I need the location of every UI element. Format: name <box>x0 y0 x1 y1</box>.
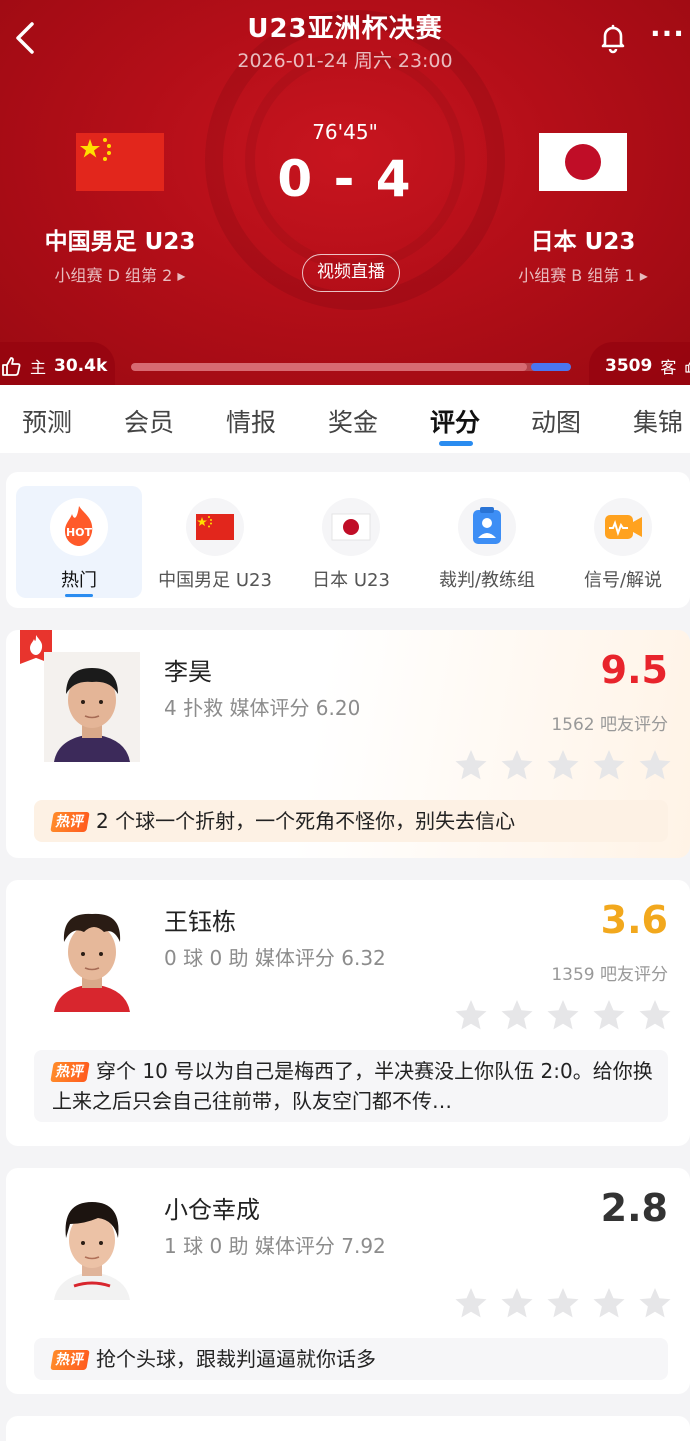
more-dots-icon: ··· <box>650 17 685 50</box>
match-score: 0 - 4 <box>277 150 413 208</box>
referee-icon <box>458 498 516 556</box>
star-icon[interactable] <box>454 998 488 1032</box>
tab-prize[interactable]: 奖金 <box>328 403 378 439</box>
camera-icon <box>594 498 652 556</box>
thumbs-up-icon <box>685 362 690 373</box>
filter-referee-label: 裁判/教练组 <box>438 570 536 591</box>
video-live-button[interactable]: 视频直播 <box>302 254 400 292</box>
filter-china-team[interactable]: 中国男足 U23 <box>152 486 278 598</box>
hot-icon: HOT <box>50 498 108 556</box>
star-icon[interactable] <box>638 998 672 1032</box>
bell-icon <box>601 24 625 54</box>
away-support-fill <box>531 363 571 371</box>
filter-china-team-label: 中国男足 U23 <box>158 570 272 591</box>
player-rating-card[interactable] <box>6 1416 690 1441</box>
home-support-label: 主 <box>30 358 47 377</box>
star-icon[interactable] <box>454 748 488 782</box>
notification-button[interactable] <box>597 22 629 54</box>
star-icon[interactable] <box>638 1286 672 1320</box>
support-ratio-bar <box>131 363 571 371</box>
player-stats: 4 扑救 媒体评分 6.20 <box>164 696 361 720</box>
match-header: U23亚洲杯决赛 2026-01-24 周六 23:00 ··· 中国男足 U2… <box>0 0 690 385</box>
hot-comment[interactable]: 热评 抢个头球，跟裁判逼逼就你话多 <box>34 1338 668 1380</box>
star-icon[interactable] <box>546 1286 580 1320</box>
player-stats: 0 球 0 助 媒体评分 6.32 <box>164 946 386 970</box>
home-group-link[interactable]: 小组赛 D 组第 2 ▸ <box>10 262 230 286</box>
star-icon[interactable] <box>592 748 626 782</box>
player-name: 王钰栋 <box>164 908 236 936</box>
filter-broadcast-label: 信号/解说 <box>583 570 663 591</box>
active-filter-indicator <box>65 594 93 597</box>
china-flag-icon <box>186 498 244 556</box>
star-icon[interactable] <box>500 998 534 1032</box>
filter-japan-team-label: 日本 U23 <box>312 570 390 591</box>
player-avatar[interactable] <box>44 902 140 1012</box>
tab-bar: 预测 会员 情报 奖金 评分 动图 集锦 <box>0 385 690 453</box>
tab-prediction[interactable]: 预测 <box>22 403 72 439</box>
rating-category-filter: HOT 热门 中国男足 U23 日本 U23 裁判/教练组 信号/解说 <box>6 472 690 608</box>
star-rating-input <box>454 748 672 782</box>
thumbs-up-icon <box>2 357 21 376</box>
comment-text: 抢个头球，跟裁判逼逼就你话多 <box>96 1347 376 1371</box>
home-support-count: 30.4k <box>54 356 108 376</box>
player-name: 小仓幸成 <box>164 1196 260 1224</box>
away-team-name[interactable]: 日本 U23 <box>473 222 690 256</box>
fan-rating-count: 1359 吧友评分 <box>551 965 668 985</box>
svg-text:HOT: HOT <box>66 526 93 539</box>
star-icon[interactable] <box>500 748 534 782</box>
away-group-link[interactable]: 小组赛 B 组第 1 ▸ <box>473 262 690 286</box>
player-rating-card[interactable]: 小仓幸成 1 球 0 助 媒体评分 7.92 2.8 热评 抢个头球，跟裁判逼逼就… <box>6 1168 690 1394</box>
page-title: U23亚洲杯决赛 <box>247 14 443 44</box>
comment-text: 穿个 10 号以为自己是梅西了，半决赛没上你队伍 2:0。给你换上来之后只会自己… <box>52 1059 653 1113</box>
star-rating-input <box>454 1286 672 1320</box>
player-fan-rating: 3.6 <box>600 898 668 942</box>
filter-broadcast[interactable]: 信号/解说 <box>560 486 686 598</box>
star-icon[interactable] <box>500 1286 534 1320</box>
active-tab-indicator <box>439 441 473 446</box>
home-team-name[interactable]: 中国男足 U23 <box>10 222 230 256</box>
filter-hot-label: 热门 <box>61 570 97 591</box>
tab-membership[interactable]: 会员 <box>124 403 174 439</box>
match-clock: 76'45" <box>312 120 378 144</box>
fan-rating-count: 1562 吧友评分 <box>551 715 668 735</box>
star-icon[interactable] <box>546 998 580 1032</box>
home-support-button[interactable]: 主 30.4k <box>0 342 115 385</box>
more-options-button[interactable]: ··· <box>650 20 686 54</box>
comment-text: 2 个球一个折射，一个死角不怪你，别失去信心 <box>96 809 516 833</box>
star-icon[interactable] <box>592 1286 626 1320</box>
hot-comment-tag: 热评 <box>50 812 90 832</box>
away-support-label: 客 <box>660 358 677 377</box>
match-datetime: 2026-01-24 周六 23:00 <box>237 50 453 72</box>
hot-comment[interactable]: 热评 穿个 10 号以为自己是梅西了，半决赛没上你队伍 2:0。给你换上来之后只会… <box>34 1050 668 1122</box>
hot-comment[interactable]: 热评 2 个球一个折射，一个死角不怪你，别失去信心 <box>34 800 668 842</box>
star-icon[interactable] <box>546 748 580 782</box>
star-icon[interactable] <box>454 1286 488 1320</box>
tab-intel[interactable]: 情报 <box>226 403 276 439</box>
filter-referee[interactable]: 裁判/教练组 <box>424 486 550 598</box>
player-fan-rating: 2.8 <box>600 1186 668 1230</box>
player-fan-rating: 9.5 <box>600 648 668 692</box>
japan-flag-icon <box>322 498 380 556</box>
hot-comment-tag: 热评 <box>50 1350 90 1370</box>
player-rating-card[interactable]: 李昊 4 扑救 媒体评分 6.20 9.5 1562 吧友评分 热评 2 个球一个… <box>6 630 690 858</box>
player-name: 李昊 <box>164 658 212 686</box>
away-support-count: 3509 <box>605 356 653 376</box>
home-support-fill <box>131 363 527 371</box>
hot-comment-tag: 热评 <box>50 1062 90 1082</box>
player-avatar[interactable] <box>44 1190 140 1300</box>
star-icon[interactable] <box>638 748 672 782</box>
filter-hot[interactable]: HOT 热门 <box>16 486 142 598</box>
player-avatar[interactable] <box>44 652 140 762</box>
tab-gifs[interactable]: 动图 <box>531 403 581 439</box>
player-stats: 1 球 0 助 媒体评分 7.92 <box>164 1234 386 1258</box>
filter-japan-team[interactable]: 日本 U23 <box>288 486 414 598</box>
star-icon[interactable] <box>592 998 626 1032</box>
player-rating-card[interactable]: 王钰栋 0 球 0 助 媒体评分 6.32 3.6 1359 吧友评分 热评 穿个… <box>6 880 690 1146</box>
tab-ratings[interactable]: 评分 <box>430 403 480 439</box>
tab-highlights[interactable]: 集锦 <box>633 403 683 439</box>
star-rating-input <box>454 998 672 1032</box>
away-support-button[interactable]: 3509 客 <box>589 342 690 385</box>
